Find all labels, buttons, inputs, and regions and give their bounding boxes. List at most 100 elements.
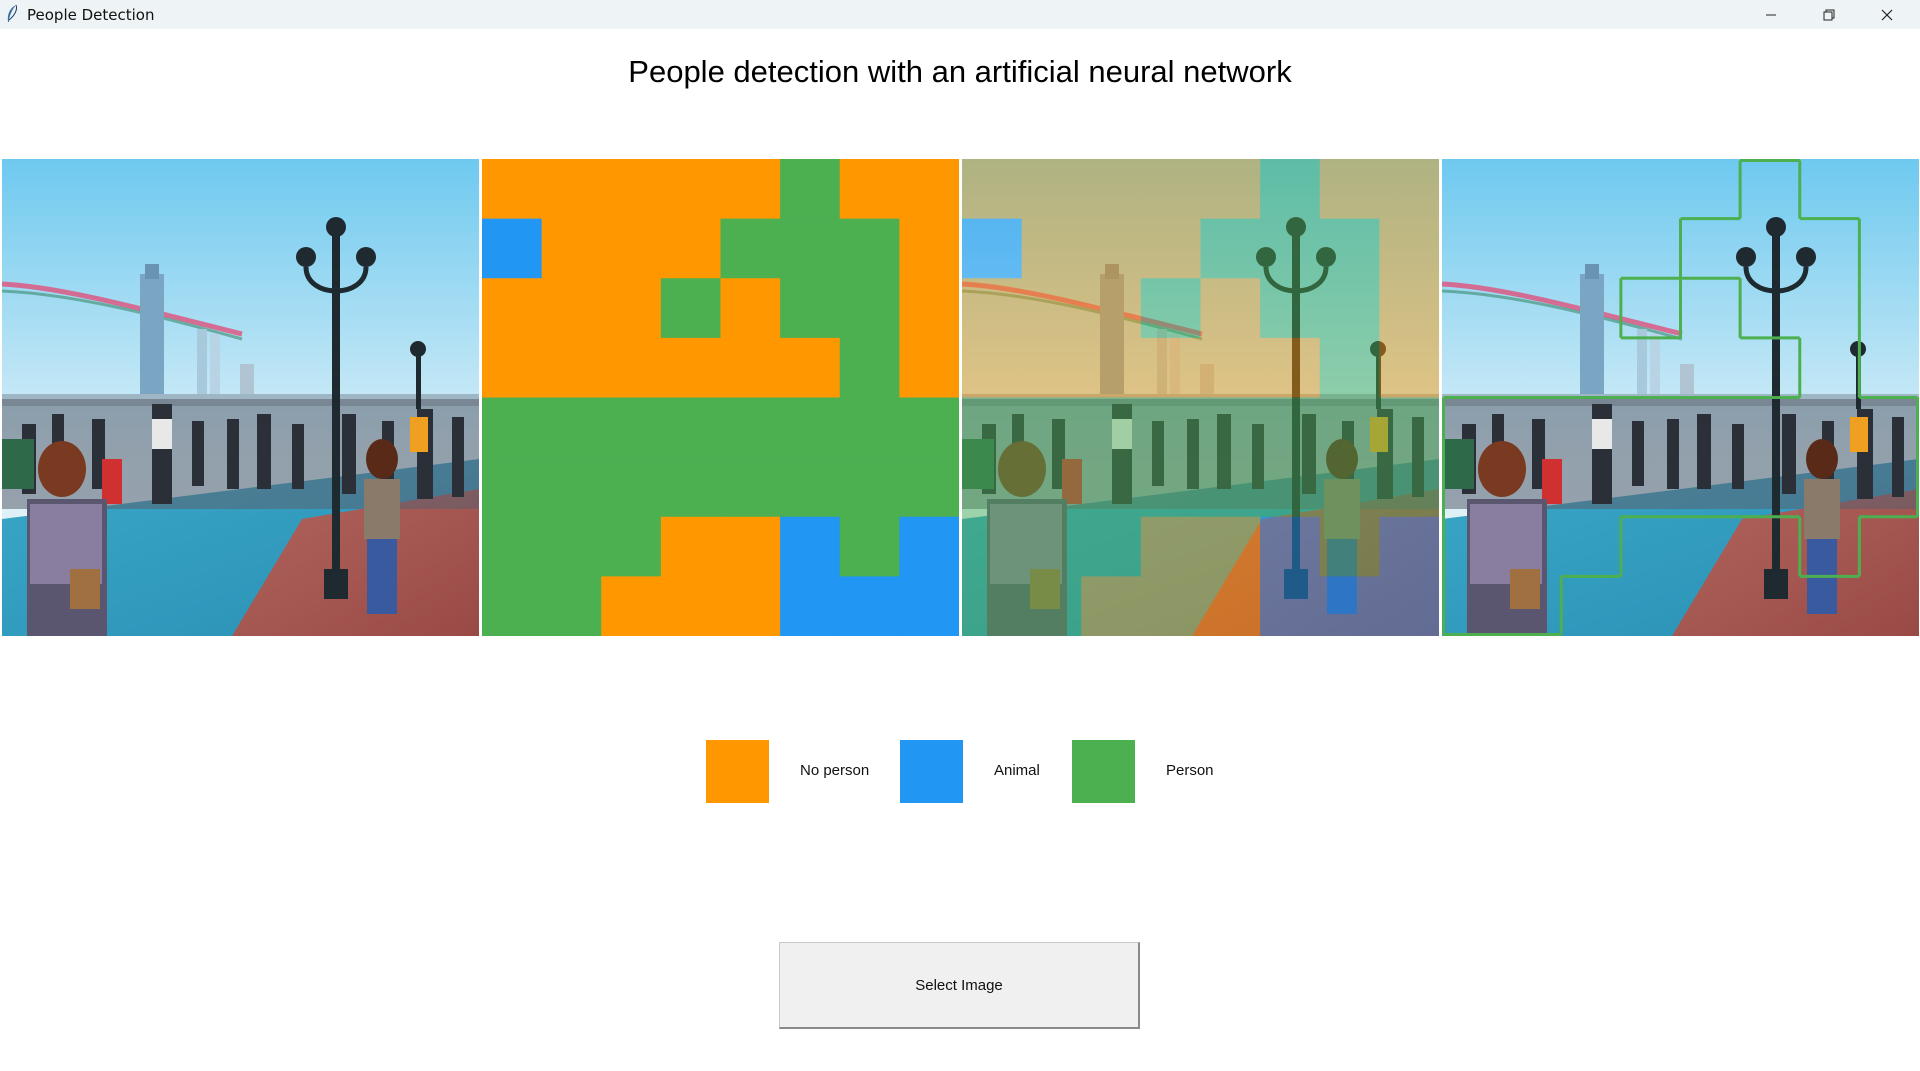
no-person-cell bbox=[660, 516, 721, 577]
feather-app-icon bbox=[7, 4, 17, 22]
close-button[interactable] bbox=[1858, 0, 1916, 29]
no-person-cell bbox=[1200, 576, 1261, 636]
person-cell bbox=[1021, 516, 1082, 577]
no-person-cell bbox=[1021, 159, 1082, 220]
person-cell bbox=[962, 457, 1023, 518]
animal-cell bbox=[839, 576, 900, 636]
person-cell bbox=[660, 397, 721, 458]
person-cell bbox=[660, 457, 721, 518]
person-cell bbox=[541, 516, 602, 577]
person-cell bbox=[1021, 397, 1082, 458]
original-image bbox=[2, 159, 479, 636]
no-person-cell bbox=[541, 278, 602, 339]
person-cell bbox=[1260, 457, 1321, 518]
no-person-cell bbox=[1140, 516, 1201, 577]
person-cell bbox=[1140, 397, 1201, 458]
person-cell bbox=[1081, 516, 1142, 577]
no-person-cell bbox=[899, 337, 959, 398]
no-person-cell bbox=[541, 337, 602, 398]
legend-swatch-no-person bbox=[706, 740, 769, 803]
person-cell bbox=[899, 457, 959, 518]
no-person-cell bbox=[1140, 337, 1201, 398]
person-cell bbox=[899, 397, 959, 458]
person-cell bbox=[541, 457, 602, 518]
person-cell bbox=[1140, 457, 1201, 518]
no-person-cell bbox=[1379, 218, 1439, 279]
no-person-cell bbox=[720, 576, 781, 636]
person-cell bbox=[839, 516, 900, 577]
person-cell bbox=[1260, 397, 1321, 458]
no-person-cell bbox=[720, 159, 781, 220]
person-cell bbox=[1260, 159, 1321, 220]
person-cell bbox=[780, 397, 841, 458]
no-person-cell bbox=[1319, 159, 1380, 220]
no-person-cell bbox=[1379, 337, 1439, 398]
person-cell bbox=[1260, 218, 1321, 279]
person-cell bbox=[962, 397, 1023, 458]
person-cell bbox=[1319, 516, 1380, 577]
animal-cell bbox=[1379, 516, 1439, 577]
no-person-cell bbox=[1140, 218, 1201, 279]
person-cell bbox=[1319, 218, 1380, 279]
person-cell bbox=[1140, 278, 1201, 339]
animal-cell bbox=[899, 516, 959, 577]
person-cell bbox=[1319, 457, 1380, 518]
person-cell bbox=[1200, 218, 1261, 279]
no-person-cell bbox=[601, 218, 662, 279]
no-person-cell bbox=[1140, 576, 1201, 636]
animal-cell bbox=[1379, 576, 1439, 636]
person-cell bbox=[601, 516, 662, 577]
minimize-button[interactable] bbox=[1742, 0, 1800, 29]
no-person-cell bbox=[720, 337, 781, 398]
person-cell bbox=[780, 218, 841, 279]
window-title: People Detection bbox=[27, 6, 155, 24]
no-person-cell bbox=[660, 159, 721, 220]
overlay-image bbox=[962, 159, 1439, 636]
person-cell bbox=[1379, 397, 1439, 458]
no-person-cell bbox=[1081, 337, 1142, 398]
person-cell bbox=[720, 397, 781, 458]
detection-boxes-image bbox=[1442, 159, 1919, 636]
person-cell bbox=[720, 218, 781, 279]
no-person-cell bbox=[899, 159, 959, 220]
no-person-cell bbox=[899, 278, 959, 339]
no-person-cell bbox=[601, 159, 662, 220]
animal-cell bbox=[1260, 576, 1321, 636]
classification-grid bbox=[482, 159, 959, 636]
no-person-cell bbox=[601, 337, 662, 398]
person-cell bbox=[482, 576, 543, 636]
animal-cell bbox=[1319, 576, 1380, 636]
no-person-cell bbox=[1260, 337, 1321, 398]
no-person-cell bbox=[660, 576, 721, 636]
person-cell bbox=[780, 278, 841, 339]
person-cell bbox=[1319, 397, 1380, 458]
select-image-button[interactable]: Select Image bbox=[779, 942, 1140, 1029]
no-person-cell bbox=[601, 278, 662, 339]
no-person-cell bbox=[660, 218, 721, 279]
person-cell bbox=[1379, 457, 1439, 518]
person-cell bbox=[660, 278, 721, 339]
restore-button[interactable] bbox=[1800, 0, 1858, 29]
no-person-cell bbox=[601, 576, 662, 636]
no-person-cell bbox=[720, 516, 781, 577]
legend-label-no-person: No person bbox=[800, 762, 870, 779]
no-person-cell bbox=[1081, 159, 1142, 220]
window-titlebar: People Detection bbox=[0, 0, 1920, 29]
person-cell bbox=[1081, 397, 1142, 458]
no-person-cell bbox=[1081, 218, 1142, 279]
legend-label-animal: Animal bbox=[994, 762, 1040, 779]
person-cell bbox=[780, 457, 841, 518]
person-cell bbox=[962, 576, 1023, 636]
no-person-cell bbox=[482, 337, 543, 398]
no-person-cell bbox=[1200, 337, 1261, 398]
minimize-icon bbox=[1766, 14, 1776, 15]
no-person-cell bbox=[962, 337, 1023, 398]
no-person-cell bbox=[541, 159, 602, 220]
person-cell bbox=[1081, 457, 1142, 518]
animal-cell bbox=[482, 218, 543, 279]
person-cell bbox=[601, 457, 662, 518]
person-cell bbox=[839, 278, 900, 339]
person-cell bbox=[1021, 457, 1082, 518]
legend-label-person: Person bbox=[1166, 762, 1214, 779]
no-person-cell bbox=[541, 218, 602, 279]
